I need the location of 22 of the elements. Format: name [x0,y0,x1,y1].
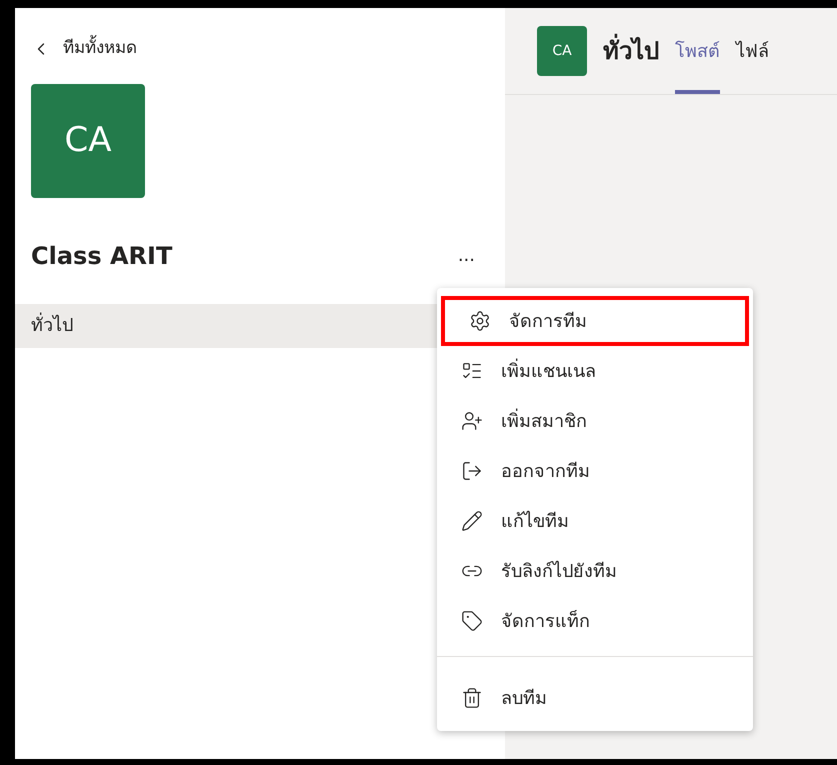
channel-tab[interactable]: โพสต์ [675,8,720,94]
pencil-icon [461,510,483,532]
menu-item[interactable]: รับลิงก์ไปยังทีม [437,546,753,596]
add-person-icon [461,410,483,432]
team-name: Class ARIT [31,240,172,272]
channel-avatar: CA [537,26,587,76]
menu-item[interactable]: เพิ่มแชนเนล [437,346,753,396]
channel-title: ทั่วไป [603,33,659,69]
back-link[interactable]: ทีมทั้งหมด [31,36,505,62]
exit-icon [461,460,483,482]
more-button[interactable]: ... [458,246,475,264]
menu-item[interactable]: เพิ่มสมาชิก [437,396,753,446]
menu-item[interactable]: จัดการแท็ก [437,596,753,646]
menu-item[interactable]: ลบทีม [437,673,753,723]
settings-icon [469,310,491,332]
menu-item[interactable]: ออกจากทีม [437,446,753,496]
channel-tab[interactable]: ไฟล์ [736,8,769,94]
trash-icon [461,687,483,709]
team-avatar: CA [31,84,145,198]
menu-item[interactable]: แก้ไขทีม [437,496,753,546]
menu-item[interactable]: จัดการทีม [441,296,749,346]
tag-icon [461,610,483,632]
